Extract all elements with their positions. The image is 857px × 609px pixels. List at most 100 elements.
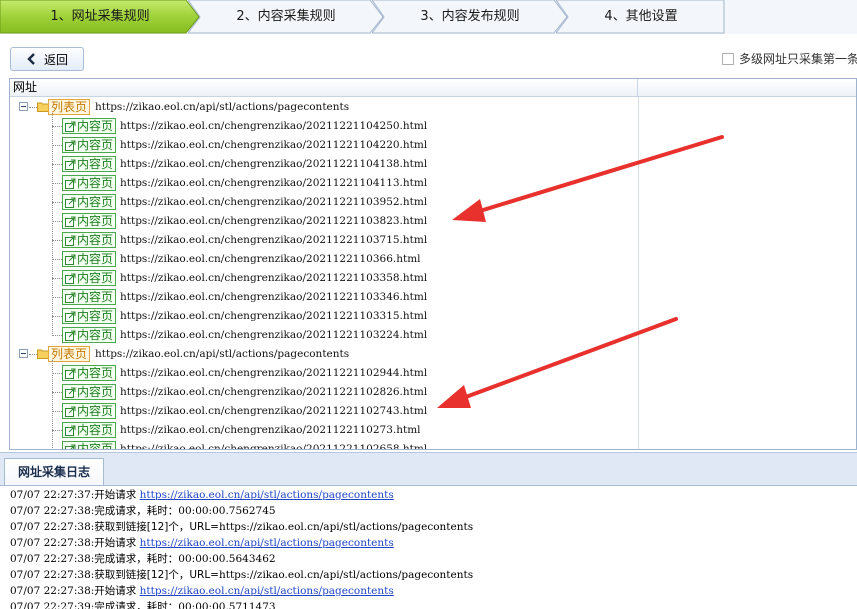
- multi-level-checkbox[interactable]: [722, 52, 734, 65]
- chevron-left-icon: [27, 53, 35, 65]
- content-page-url: https://zikao.eol.cn/chengrenzikao/20211…: [120, 215, 428, 227]
- tree-connector: [52, 145, 62, 146]
- back-button[interactable]: 返回: [10, 47, 84, 71]
- back-button-label: 返回: [43, 52, 68, 67]
- content-page-tag: 内容页: [62, 156, 117, 172]
- tree-row-content-page[interactable]: 内容页 https://zikao.eol.cn/chengrenzikao/20…: [10, 212, 638, 231]
- tree-row-content-page[interactable]: 内容页 https://zikao.eol.cn/chengrenzikao/20…: [10, 174, 638, 193]
- log-value: 00:00:00.7562745: [178, 505, 276, 517]
- external-link-icon: [65, 197, 76, 208]
- content-page-url: https://zikao.eol.cn/chengrenzikao/20211…: [120, 253, 421, 265]
- tree-row-content-page[interactable]: 内容页 https://zikao.eol.cn/chengrenzikao/20…: [10, 288, 638, 307]
- column-header-url[interactable]: 网址: [10, 79, 638, 97]
- column-divider: [638, 97, 639, 449]
- content-page-url: https://zikao.eol.cn/chengrenzikao/20211…: [120, 329, 428, 341]
- content-page-url: https://zikao.eol.cn/chengrenzikao/20211…: [120, 177, 428, 189]
- tab-url-collect-log[interactable]: 网址采集日志: [4, 458, 104, 486]
- external-link-icon: [65, 425, 76, 436]
- log-entry: 07/07 22:27:38:获取到链接[12]个，URL=https://zi…: [10, 567, 473, 583]
- tree-connector: [52, 335, 62, 336]
- tree-row-content-page[interactable]: 内容页 https://zikao.eol.cn/chengrenzikao/20…: [10, 440, 638, 449]
- multi-level-option[interactable]: 多级网址只采集第一条: [722, 50, 857, 67]
- tree-row-content-page[interactable]: 内容页 https://zikao.eol.cn/chengrenzikao/20…: [10, 307, 638, 326]
- log-url-link[interactable]: https://zikao.eol.cn/api/stl/actions/pag…: [140, 585, 394, 597]
- log-message: 开始请求: [94, 489, 140, 501]
- tree-connector: [29, 354, 37, 355]
- content-page-url: https://zikao.eol.cn/chengrenzikao/20211…: [120, 139, 428, 151]
- log-entry: 07/07 22:27:38:开始请求 https://zikao.eol.cn…: [10, 583, 394, 599]
- content-page-tag: 内容页: [62, 118, 117, 134]
- content-page-url: https://zikao.eol.cn/chengrenzikao/20211…: [120, 158, 428, 170]
- tree-connector: [52, 430, 62, 431]
- content-page-tag: 内容页: [62, 175, 117, 191]
- log-message: 完成请求，耗时：: [94, 505, 179, 517]
- external-link-icon: [65, 140, 76, 151]
- content-page-tag: 内容页: [62, 403, 117, 419]
- content-page-url: https://zikao.eol.cn/chengrenzikao/20211…: [120, 272, 428, 284]
- step-content-publish[interactable]: 3、内容发布规则: [372, 0, 568, 34]
- log-time: 07/07 22:27:38:: [10, 521, 95, 533]
- external-link-icon: [65, 216, 76, 227]
- log-entry: 07/07 22:27:38:完成请求，耗时：00:00:00.7562745: [10, 503, 276, 519]
- list-page-tag: 列表页: [48, 346, 91, 362]
- tree-row-content-page[interactable]: 内容页 https://zikao.eol.cn/chengrenzikao/20…: [10, 421, 638, 440]
- log-message: 完成请求，耗时：: [94, 601, 179, 609]
- tree-row-content-page[interactable]: 内容页 https://zikao.eol.cn/chengrenzikao/20…: [10, 155, 638, 174]
- tree-row-content-page[interactable]: 内容页 https://zikao.eol.cn/chengrenzikao/20…: [10, 269, 638, 288]
- log-message: 完成请求，耗时：: [94, 553, 179, 565]
- content-page-tag-label: 内容页: [77, 138, 114, 152]
- tree-connector: [52, 316, 62, 317]
- log-url-link[interactable]: https://zikao.eol.cn/api/stl/actions/pag…: [140, 489, 394, 501]
- content-page-url: https://zikao.eol.cn/chengrenzikao/20211…: [120, 386, 428, 398]
- step-other-settings[interactable]: 4、其他设置: [556, 0, 726, 34]
- url-collect-log[interactable]: 07/07 22:27:37:开始请求 https://zikao.eol.cn…: [0, 485, 857, 609]
- log-message: 获取到链接[12]个，URL=: [94, 521, 219, 533]
- multi-level-label: 多级网址只采集第一条: [739, 52, 857, 66]
- url-tree[interactable]: 列表页 https://zikao.eol.cn/api/stl/actions/…: [10, 98, 638, 449]
- step-content-collect[interactable]: 2、内容采集规则: [188, 0, 384, 34]
- content-page-tag-label: 内容页: [77, 214, 114, 228]
- tree-row-list-page[interactable]: 列表页 https://zikao.eol.cn/api/stl/actions/…: [10, 98, 638, 117]
- content-page-tag-label: 内容页: [77, 119, 114, 133]
- log-time: 07/07 22:27:38:: [10, 585, 95, 597]
- log-value: 00:00:00.5711473: [178, 601, 276, 609]
- content-page-tag-label: 内容页: [77, 423, 114, 437]
- external-link-icon: [65, 178, 76, 189]
- tree-row-content-page[interactable]: 内容页 https://zikao.eol.cn/chengrenzikao/20…: [10, 117, 638, 136]
- tree-row-content-page[interactable]: 内容页 https://zikao.eol.cn/chengrenzikao/20…: [10, 402, 638, 421]
- tree-header: 网址: [10, 79, 856, 97]
- external-link-icon: [65, 330, 76, 341]
- tree-row-content-page[interactable]: 内容页 https://zikao.eol.cn/chengrenzikao/20…: [10, 326, 638, 345]
- content-page-url: https://zikao.eol.cn/chengrenzikao/20211…: [120, 310, 428, 322]
- log-entry: 07/07 22:27:39:完成请求，耗时：00:00:00.5711473: [10, 599, 276, 609]
- tree-connector: [52, 259, 62, 260]
- log-value: https://zikao.eol.cn/api/stl/actions/pag…: [218, 569, 474, 581]
- tree-row-content-page[interactable]: 内容页 https://zikao.eol.cn/chengrenzikao/20…: [10, 193, 638, 212]
- tree-row-content-page[interactable]: 内容页 https://zikao.eol.cn/chengrenzikao/20…: [10, 364, 638, 383]
- content-page-tag-label: 内容页: [77, 366, 114, 380]
- log-message: 开始请求: [94, 585, 140, 597]
- tree-row-content-page[interactable]: 内容页 https://zikao.eol.cn/chengrenzikao/20…: [10, 136, 638, 155]
- content-page-tag-label: 内容页: [77, 252, 114, 266]
- collapse-toggle-icon[interactable]: [19, 102, 28, 111]
- external-link-icon: [65, 273, 76, 284]
- external-link-icon: [65, 387, 76, 398]
- tree-row-content-page[interactable]: 内容页 https://zikao.eol.cn/chengrenzikao/20…: [10, 250, 638, 269]
- tree-row-list-page[interactable]: 列表页 https://zikao.eol.cn/api/stl/actions/…: [10, 345, 638, 364]
- external-link-icon: [65, 406, 76, 417]
- content-page-tag: 内容页: [62, 137, 117, 153]
- content-page-tag-label: 内容页: [77, 176, 114, 190]
- content-page-tag: 内容页: [62, 441, 117, 449]
- url-tree-panel: 网址 列表页 https://zikao.eol.cn/api/stl/actio…: [9, 78, 857, 450]
- content-page-tag: 内容页: [62, 422, 117, 438]
- tree-connector: [52, 411, 62, 412]
- tree-row-content-page[interactable]: 内容页 https://zikao.eol.cn/chengrenzikao/20…: [10, 231, 638, 250]
- content-page-tag: 内容页: [62, 232, 117, 248]
- tree-row-content-page[interactable]: 内容页 https://zikao.eol.cn/chengrenzikao/20…: [10, 383, 638, 402]
- collapse-toggle-icon[interactable]: [19, 349, 28, 358]
- step-url-collect[interactable]: 1、网址采集规则: [0, 0, 200, 34]
- log-url-link[interactable]: https://zikao.eol.cn/api/stl/actions/pag…: [140, 537, 394, 549]
- log-value: https://zikao.eol.cn/api/stl/actions/pag…: [218, 521, 474, 533]
- step-label: 4、其他设置: [604, 9, 678, 24]
- content-page-tag-label: 内容页: [77, 290, 114, 304]
